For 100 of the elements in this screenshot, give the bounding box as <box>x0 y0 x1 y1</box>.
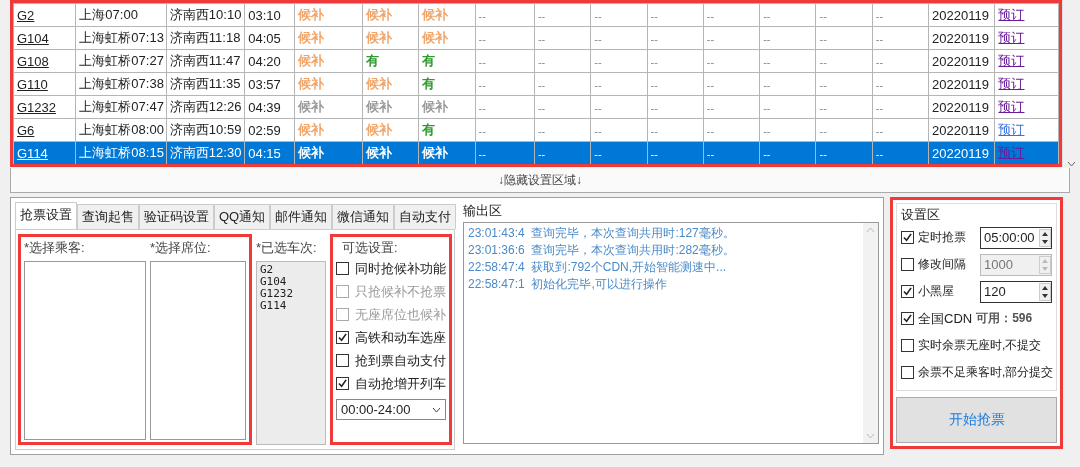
table-cell: -- <box>478 9 486 22</box>
group-title: 输出区 <box>463 202 503 220</box>
seat-status: 候补 <box>422 145 449 160</box>
table-cell: -- <box>594 9 602 22</box>
table-cell: -- <box>875 124 884 137</box>
table-cell: -- <box>819 32 827 45</box>
table-cell: 济南西12:26 <box>169 99 242 114</box>
checkbox[interactable] <box>336 377 349 390</box>
seat-status: 候补 <box>365 76 392 91</box>
toggle-bar[interactable]: ↓隐藏设置区域↓ <box>10 168 1070 193</box>
table-cell: -- <box>875 55 884 68</box>
table-cell: -- <box>537 32 546 45</box>
table-cell: -- <box>706 147 715 160</box>
tab[interactable]: 验证码设置 <box>139 204 214 229</box>
list-item[interactable]: G1232 <box>260 288 322 300</box>
cdn-count: 可用：596 <box>976 310 1033 327</box>
table-cell: -- <box>594 147 602 160</box>
train-row[interactable]: G114 上海虹桥08:15 济南西12:30 04:15 候补 候补 候补 -- -- -- -- -- -- -- -- 20220119 预订 <box>13 141 1059 164</box>
checkbox[interactable] <box>901 312 914 325</box>
table-cell: -- <box>819 9 827 22</box>
table-cell: -- <box>537 55 546 68</box>
spinner-icon[interactable] <box>1039 282 1051 301</box>
spin-field[interactable]: 05:00:00 <box>980 226 1052 249</box>
table-cell: -- <box>706 124 715 137</box>
table-cell: 04:05 <box>248 30 281 46</box>
toggle-label: ↓隐藏设置区域↓ <box>498 171 582 189</box>
table-cell: 济南西10:10 <box>169 7 242 22</box>
table-cell: -- <box>650 9 658 22</box>
train-link[interactable]: G6 <box>17 122 35 138</box>
scroll-down-icon[interactable] <box>1066 161 1076 167</box>
table-cell: 济南西12:30 <box>169 145 242 160</box>
train-row[interactable]: G1232 上海虹桥07:47 济南西12:26 04:39 候补 候补 候补 -- -- -- -- -- -- -- -- 20220119 预订 <box>13 95 1059 119</box>
train-row[interactable]: G104 上海虹桥07:13 济南西11:18 04:05 候补 候补 候补 -- -- -- -- -- -- -- -- 20220119 预订 <box>13 26 1059 50</box>
checkbox[interactable] <box>901 285 914 298</box>
table-cell: -- <box>537 147 546 160</box>
train-link[interactable]: G2 <box>17 7 35 23</box>
seat-status: 候补 <box>297 53 324 68</box>
log-line: 23:01:43:4 查询完毕，本次查询共用时:127毫秒。 <box>468 225 736 242</box>
tab[interactable]: 查询起售 <box>77 204 139 229</box>
table-cell: 济南西11:47 <box>169 53 241 68</box>
selected-trains-label: *已选车次: <box>256 239 318 257</box>
checkbox[interactable] <box>901 366 914 379</box>
checkbox-label: 只抢候补不抢票 <box>355 282 446 301</box>
tab[interactable]: 自动支付 <box>394 204 457 229</box>
table-cell: 03:57 <box>248 76 281 92</box>
table-cell: -- <box>763 55 771 68</box>
table-cell: -- <box>875 9 884 22</box>
checkbox[interactable] <box>336 331 349 344</box>
spinner-icon[interactable] <box>1039 228 1051 247</box>
table-cell: -- <box>650 78 658 91</box>
table-cell: -- <box>706 9 715 22</box>
scrollbar[interactable] <box>1062 0 1079 167</box>
caret-icon <box>432 406 441 413</box>
table-cell: -- <box>594 78 602 91</box>
train-row[interactable]: G108 上海虹桥07:27 济南西11:47 04:20 候补 有 有 -- -- -- -- -- -- -- -- 20220119 预订 <box>13 49 1059 73</box>
table-cell: 20220119 <box>932 53 989 69</box>
log-line: 22:58:47:4 获取到:792个CDN,开始智能测速中... <box>468 259 728 276</box>
spin-field[interactable]: 120 <box>980 280 1052 303</box>
seat-list[interactable] <box>150 261 246 440</box>
tab[interactable]: QQ通知 <box>214 204 271 229</box>
seat-status: 候补 <box>365 7 392 22</box>
tab[interactable]: 邮件通知 <box>270 204 333 229</box>
table-cell: 上海虹桥08:00 <box>79 122 164 137</box>
table-cell: 上海虹桥07:47 <box>79 99 164 114</box>
passenger-list[interactable] <box>24 261 146 440</box>
seat-label: *选择席位: <box>150 239 212 257</box>
log-line: 23:01:36:6 查询完毕，本次查询共用时:282毫秒。 <box>468 242 736 259</box>
checkbox[interactable] <box>901 231 914 244</box>
table-cell: 20220119 <box>932 76 989 92</box>
list-item[interactable]: G114 <box>260 300 322 312</box>
log-line: 22:58:47:1 初始化完毕,可以进行操作 <box>468 276 668 293</box>
table-cell: -- <box>650 32 658 45</box>
tab[interactable]: 微信通知 <box>332 204 395 229</box>
train-row[interactable]: G6 上海虹桥08:00 济南西10:59 02:59 候补 候补 有 -- -- -- -- -- -- -- -- 20220119 预订 <box>13 118 1059 142</box>
time-range-dropdown[interactable]: 00:00-24:00 <box>336 399 446 420</box>
train-row[interactable]: G110 上海虹桥07:38 济南西11:35 03:57 候补 候补 有 -- -- -- -- -- -- -- -- 20220119 预订 <box>13 72 1059 96</box>
checkbox[interactable] <box>336 354 349 367</box>
table-cell: 03:10 <box>248 7 281 23</box>
table-cell: -- <box>706 78 715 91</box>
seat-status: 候补 <box>297 99 324 114</box>
checkbox-label: 修改间隔 <box>918 256 967 273</box>
tab[interactable]: 抢票设置 <box>15 202 77 229</box>
table-cell: -- <box>478 147 486 160</box>
selected-trains-list[interactable]: G2 G104 G1232 G114 <box>256 261 326 445</box>
list-item[interactable]: G104 <box>260 276 322 288</box>
seat-status: 候补 <box>422 7 449 22</box>
train-row[interactable]: G2 上海07:00 济南西10:10 03:10 候补 候补 候补 -- -- -- -- -- -- -- -- 20220119 预订 <box>13 3 1059 27</box>
checkbox-label: 同时抢候补功能 <box>355 259 446 278</box>
checkbox[interactable] <box>336 262 349 275</box>
checkbox[interactable] <box>901 339 914 352</box>
list-item[interactable]: G2 <box>260 264 322 276</box>
table-cell: -- <box>650 55 658 68</box>
table-cell: 上海07:00 <box>79 7 138 22</box>
seat-status: 候补 <box>365 145 392 160</box>
table-cell: -- <box>478 32 486 45</box>
seat-status: 候补 <box>297 30 324 45</box>
table-cell: -- <box>706 55 715 68</box>
table-cell: -- <box>706 101 715 114</box>
seat-status: 候补 <box>297 145 324 160</box>
table-cell: -- <box>819 147 827 160</box>
